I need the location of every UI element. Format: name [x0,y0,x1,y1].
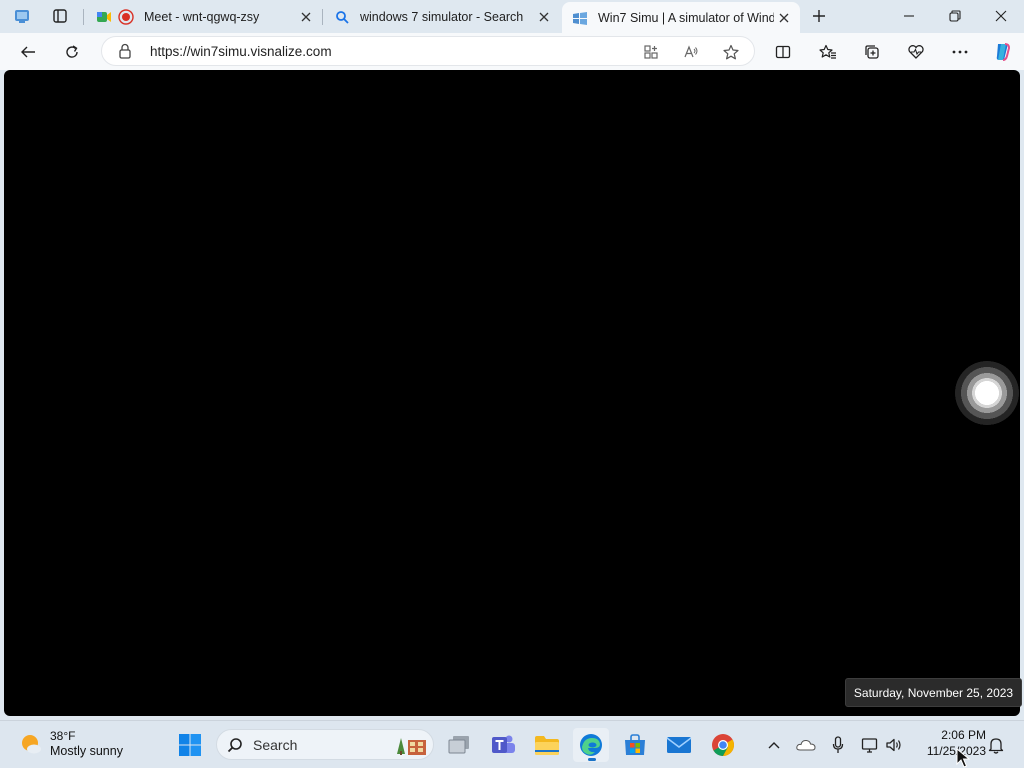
clock-date: 11/25/2023 [926,744,986,758]
content-frame [0,70,1024,720]
recording-dot-icon [118,9,134,25]
search-highlight-icon [397,738,426,755]
browser-toolbar: https://win7simu.visnalize.com [0,33,1024,70]
file-explorer-button[interactable] [529,728,565,762]
start-button[interactable] [172,728,208,762]
refresh-button[interactable] [58,38,86,66]
windows-logo-icon [572,10,588,26]
new-tab-button[interactable] [807,4,831,28]
tab-title: Win7 Simu | A simulator of Windows [598,10,774,25]
show-hidden-icons-chevron-icon[interactable] [763,734,785,756]
tab-search[interactable]: windows 7 simulator - Search [324,3,560,31]
edge-button[interactable] [573,728,609,762]
meet-icon [96,9,112,25]
date-tooltip: Saturday, November 25, 2023 [845,678,1022,707]
store-icon [625,734,645,755]
tab-meet[interactable]: Meet - wnt-qgwq-zsy [86,3,322,31]
copilot-icon[interactable] [988,38,1016,66]
tab-actions-icon[interactable] [46,4,74,28]
minimize-button[interactable] [886,0,932,32]
read-aloud-icon[interactable] [681,42,701,62]
tab-strip: Meet - wnt-qgwq-zsy windows 7 simulator … [0,0,1024,33]
favorite-star-icon[interactable] [721,42,741,62]
back-button[interactable] [14,38,42,66]
tab-title: Meet - wnt-qgwq-zsy [144,10,260,24]
chrome-button[interactable] [705,728,741,762]
loading-spinner-icon [955,361,1019,425]
taskbar: 38°F Mostly sunny Search 2:06 PM 11/25/2… [0,720,1024,768]
profile-icon[interactable] [8,4,36,28]
weather-temp: 38°F [50,729,76,743]
chrome-icon [712,734,734,756]
tab-win7simu[interactable]: Win7 Simu | A simulator of Windows [562,2,800,33]
windows-start-icon [179,734,201,756]
close-tab-icon[interactable] [774,8,794,28]
weather-widget[interactable]: 38°F Mostly sunny [18,729,123,759]
url-text[interactable]: https://win7simu.visnalize.com [150,44,332,59]
more-menu-icon[interactable] [946,38,974,66]
mail-button[interactable] [661,728,697,762]
teams-button[interactable] [485,728,521,762]
address-bar[interactable]: https://win7simu.visnalize.com [101,36,755,66]
network-icon[interactable] [859,734,881,756]
sun-cloud-icon [22,735,41,754]
teams-icon [492,735,515,753]
close-tab-icon[interactable] [534,7,554,27]
search-icon [227,737,243,758]
mail-icon [666,737,692,753]
taskbar-search[interactable]: Search [216,729,434,760]
mouse-cursor-icon [956,748,970,768]
weather-condition: Mostly sunny [50,744,123,758]
folder-icon [535,736,559,755]
clock-time: 2:06 PM [941,728,986,742]
simulator-viewport[interactable] [4,70,1020,716]
lock-icon[interactable] [118,43,132,64]
onedrive-cloud-icon[interactable] [795,734,817,756]
tab-separator [83,9,84,25]
active-indicator [588,758,596,761]
close-tab-icon[interactable] [296,7,316,27]
volume-icon[interactable] [883,734,905,756]
close-window-button[interactable] [978,0,1024,32]
taskbar-clock[interactable]: 2:06 PM 11/25/2023 [912,727,986,759]
microphone-icon[interactable] [827,734,849,756]
split-screen-icon[interactable] [769,38,797,66]
browser-essentials-icon[interactable] [902,38,930,66]
restore-button[interactable] [932,0,978,32]
collections-icon[interactable] [858,38,886,66]
notification-bell-icon[interactable] [985,734,1007,756]
tab-title: windows 7 simulator - Search [360,10,524,24]
task-view-button[interactable] [441,728,477,762]
tab-separator [322,9,323,25]
task-view-icon [448,736,469,754]
app-available-icon[interactable] [641,42,661,62]
store-button[interactable] [617,728,653,762]
search-label: Search [253,737,298,753]
favorites-icon[interactable] [814,38,842,66]
search-icon [334,9,350,25]
edge-icon [580,734,602,756]
